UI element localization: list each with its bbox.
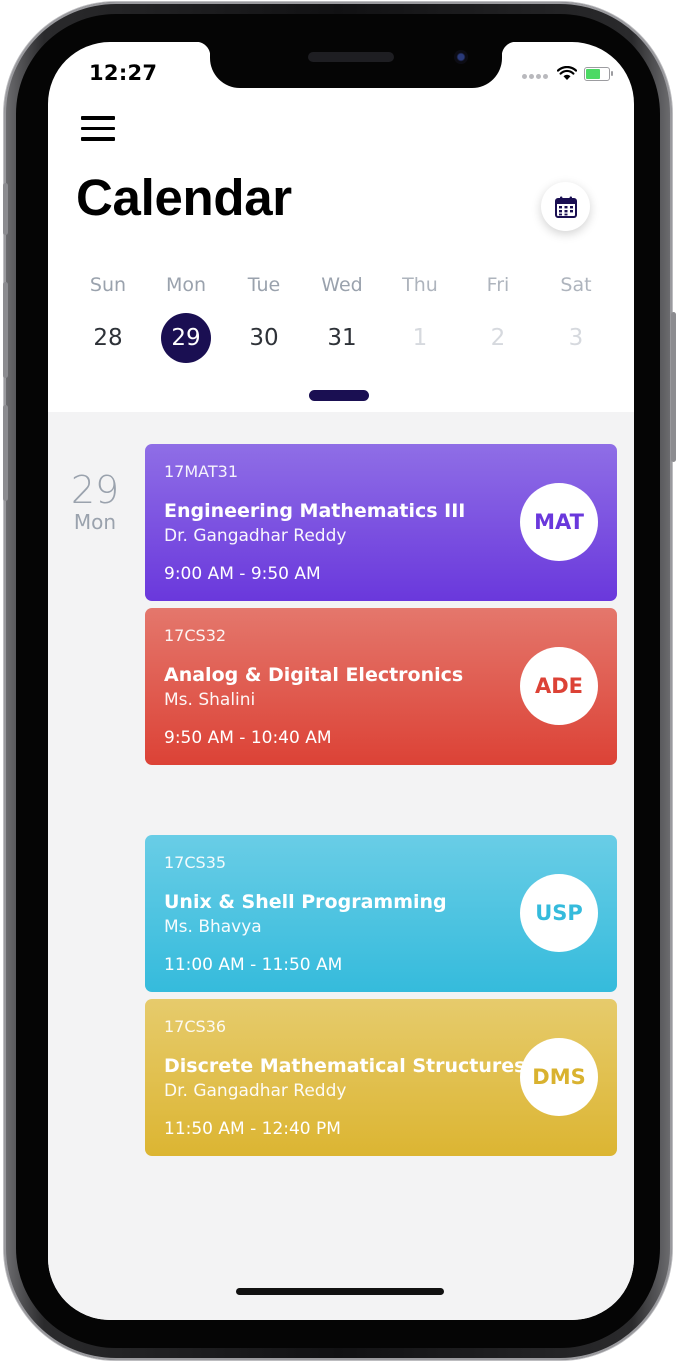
day-name: Tue (247, 274, 281, 296)
front-camera (454, 50, 468, 64)
side-button-volume-down (3, 405, 8, 501)
notch (196, 42, 516, 88)
class-teacher: Dr. Gangadhar Reddy (164, 526, 347, 546)
day-thu[interactable]: Thu 1 (381, 274, 459, 363)
class-card-ade[interactable]: 17CS32 Analog & Digital Electronics Ms. … (145, 608, 617, 765)
day-number: 2 (490, 325, 506, 351)
class-subject: Engineering Mathematics III (164, 500, 466, 522)
home-indicator[interactable] (236, 1288, 444, 1295)
class-card-mat[interactable]: 17MAT31 Engineering Mathematics III Dr. … (145, 444, 617, 601)
selected-date-badge: 29 Mon (68, 470, 122, 534)
side-button-power (671, 312, 676, 462)
class-teacher: Dr. Gangadhar Reddy (164, 1081, 347, 1101)
class-abbr-badge: MAT (520, 483, 598, 561)
schedule-list: 29 Mon 17MAT31 Engineering Mathematics I… (48, 412, 634, 1320)
day-number: 31 (327, 325, 357, 351)
app-screen: 12:27 Calendar Sun 28 Mon 29 Tue 30 Wed … (48, 42, 634, 1320)
class-time: 9:50 AM - 10:40 AM (164, 728, 332, 748)
side-button-mute (3, 183, 8, 235)
class-code: 17CS32 (164, 626, 227, 645)
selected-date-day: Mon (73, 510, 117, 534)
class-time: 9:00 AM - 9:50 AM (164, 564, 321, 584)
day-name: Fri (486, 274, 510, 296)
calendar-icon (554, 196, 577, 218)
day-wed[interactable]: Wed 31 (303, 274, 381, 363)
day-name: Mon (165, 274, 207, 296)
day-number: 28 (93, 325, 123, 351)
class-subject: Analog & Digital Electronics (164, 664, 464, 686)
class-teacher: Ms. Bhavya (164, 917, 262, 937)
class-card-dms[interactable]: 17CS36 Discrete Mathematical Structures … (145, 999, 617, 1156)
day-fri[interactable]: Fri 2 (459, 274, 537, 363)
class-time: 11:00 AM - 11:50 AM (164, 955, 343, 975)
page-title: Calendar (76, 169, 292, 226)
day-sun[interactable]: Sun 28 (69, 274, 147, 363)
day-number: 3 (568, 325, 584, 351)
selected-date-number: 29 (70, 468, 120, 512)
class-abbr-badge: DMS (520, 1038, 598, 1116)
calendar-picker-button[interactable] (541, 182, 590, 231)
day-number: 1 (412, 325, 428, 351)
day-name: Wed (321, 274, 363, 296)
week-strip: Sun 28 Mon 29 Tue 30 Wed 31 Thu 1 Fri 2 … (69, 274, 615, 363)
battery-icon (584, 66, 613, 81)
class-subject: Discrete Mathematical Structures (164, 1055, 526, 1077)
hamburger-menu-icon[interactable] (81, 116, 115, 144)
class-time: 11:50 AM - 12:40 PM (164, 1119, 341, 1139)
day-name: Sat (560, 274, 592, 296)
signal-icon (522, 64, 550, 83)
day-name: Thu (402, 274, 438, 296)
class-code: 17CS35 (164, 853, 227, 872)
day-name: Sun (89, 274, 127, 296)
wifi-icon (557, 66, 577, 80)
class-subject: Unix & Shell Programming (164, 891, 447, 913)
earpiece-speaker (308, 52, 394, 62)
class-code: 17CS36 (164, 1017, 227, 1036)
day-number: 30 (249, 325, 279, 351)
status-icons (522, 64, 613, 83)
class-teacher: Ms. Shalini (164, 690, 256, 710)
class-card-usp[interactable]: 17CS35 Unix & Shell Programming Ms. Bhav… (145, 835, 617, 992)
week-drag-handle[interactable] (309, 390, 369, 401)
class-abbr-badge: USP (520, 874, 598, 952)
day-number: 29 (161, 313, 211, 363)
side-button-volume-up (3, 282, 8, 378)
day-sat[interactable]: Sat 3 (537, 274, 615, 363)
day-tue[interactable]: Tue 30 (225, 274, 303, 363)
class-abbr-badge: ADE (520, 647, 598, 725)
status-time: 12:27 (89, 61, 158, 85)
class-code: 17MAT31 (164, 462, 238, 481)
day-mon-selected[interactable]: Mon 29 (147, 274, 225, 363)
